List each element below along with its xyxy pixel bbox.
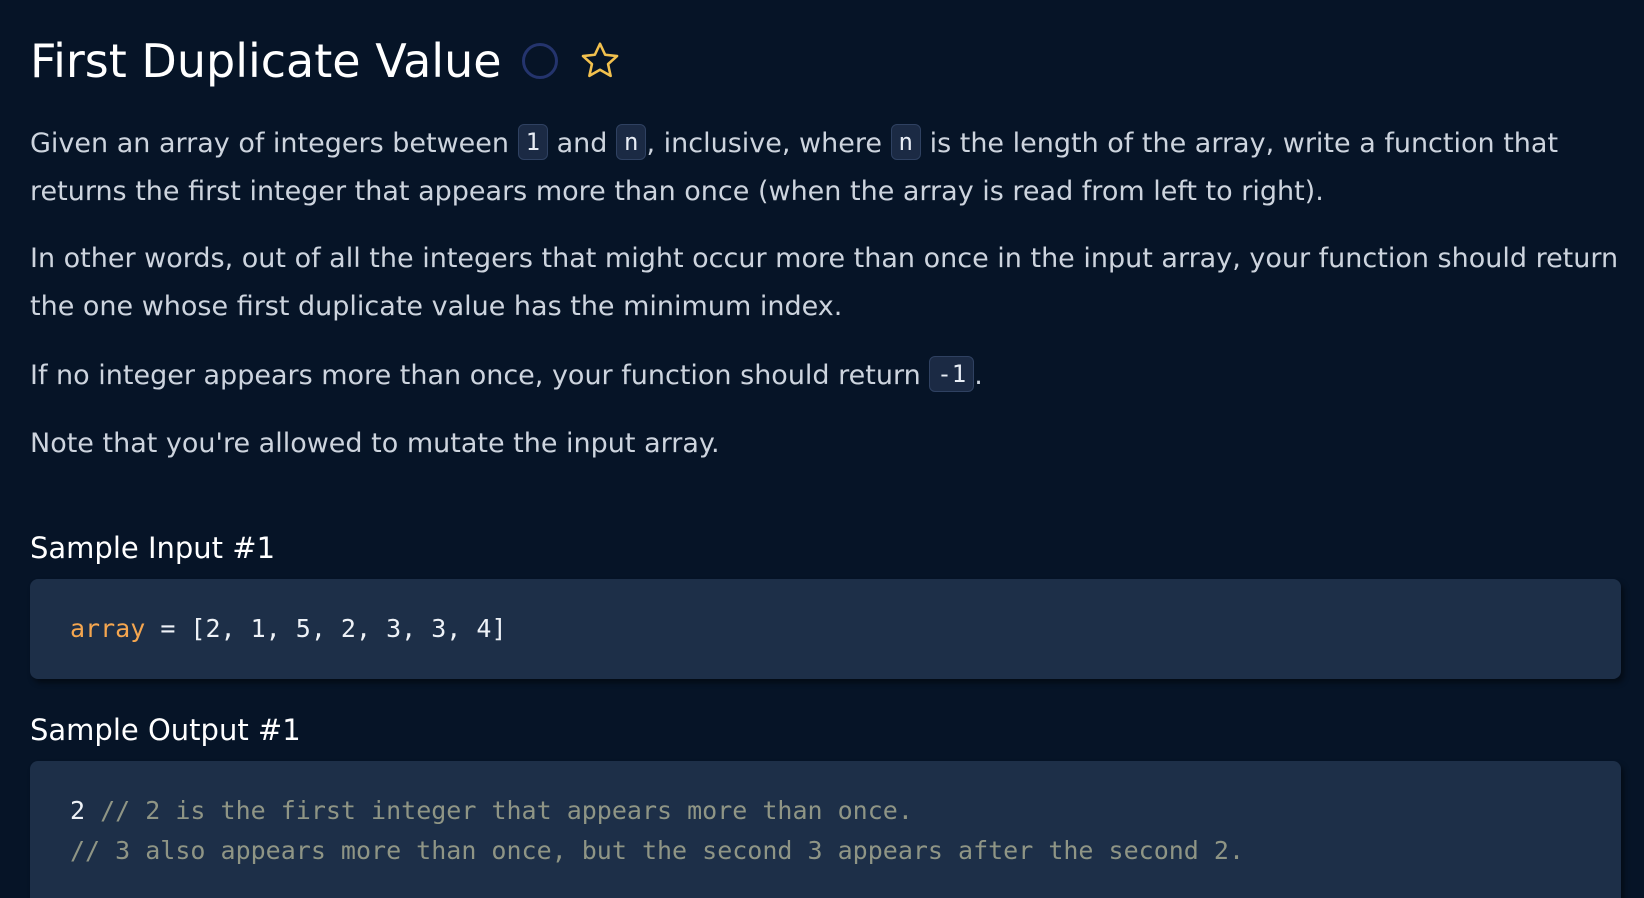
inline-code-minus-one: -1 bbox=[929, 356, 975, 392]
description-paragraph-3: If no integer appears more than once, yo… bbox=[30, 352, 1630, 400]
paragraph-text: If no integer appears more than once, yo… bbox=[30, 360, 930, 391]
code-line: array = [2, 1, 5, 2, 3, 3, 4] bbox=[70, 609, 1581, 649]
code-comment: // 3 also appears more than once, but th… bbox=[70, 836, 1244, 865]
title-row: First Duplicate Value bbox=[30, 28, 622, 94]
description-paragraph-4: Note that you're allowed to mutate the i… bbox=[30, 428, 720, 459]
problem-page: First Duplicate Value Given an array of … bbox=[0, 0, 1644, 898]
code-line: // 3 also appears more than once, but th… bbox=[70, 831, 1581, 871]
paragraph-text: and bbox=[548, 128, 617, 159]
sample-input-code-block: array = [2, 1, 5, 2, 3, 3, 4] bbox=[30, 579, 1621, 679]
code-line: 2 // 2 is the first integer that appears… bbox=[70, 791, 1581, 831]
output-value: 2 bbox=[70, 796, 86, 825]
description-paragraph-2: In other words, out of all the integers … bbox=[30, 243, 1619, 322]
sample-output-heading: Sample Output #1 bbox=[30, 713, 301, 747]
sample-output-code-block: 2 // 2 is the first integer that appears… bbox=[30, 761, 1621, 898]
code-text: = [2, 1, 5, 2, 3, 3, 4] bbox=[145, 614, 507, 643]
paragraph-text: , inclusive, where bbox=[646, 128, 891, 159]
status-circle-icon bbox=[521, 43, 558, 79]
star-icon[interactable] bbox=[578, 39, 622, 83]
paragraph-text: Given an array of integers between bbox=[30, 128, 518, 159]
sample-input-heading: Sample Input #1 bbox=[30, 531, 276, 565]
inline-code-n: n bbox=[616, 124, 647, 160]
code-comment: // 2 is the first integer that appears m… bbox=[85, 796, 913, 825]
problem-title: First Duplicate Value bbox=[30, 34, 502, 88]
paragraph-text: . bbox=[974, 360, 983, 391]
inline-code-one: 1 bbox=[517, 124, 549, 160]
inline-code-n: n bbox=[890, 124, 921, 160]
description-paragraph-1: Given an array of integers between 1 and… bbox=[30, 120, 1630, 216]
code-variable: array bbox=[70, 614, 146, 643]
